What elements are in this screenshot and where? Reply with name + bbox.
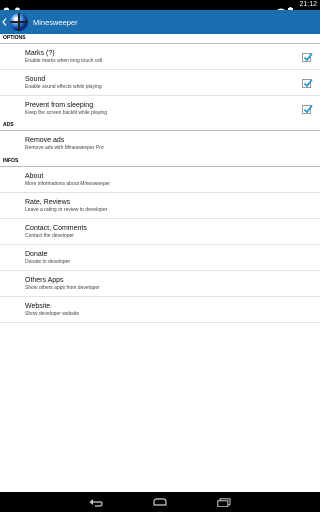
android-icon [14, 1, 21, 14]
setting-label: Others Apps [25, 276, 64, 284]
settings-list: OPTIONS Marks (?) Enable marks when long… [0, 34, 320, 323]
info-website[interactable]: Website Show developer website [0, 297, 320, 323]
checkmark-icon [303, 52, 313, 62]
setting-label: Rate, Reviews [25, 198, 71, 206]
setting-label: About [25, 172, 44, 180]
status-clock: 21:12 [299, 1, 317, 8]
info-rate-reviews[interactable]: Rate, Reviews Leave a rating or review t… [0, 193, 320, 219]
up-navigation-button[interactable] [2, 18, 8, 26]
section-header-ads: ADS [0, 121, 320, 131]
chevron-left-icon [2, 18, 7, 26]
page-title: Minesweeper [33, 17, 78, 27]
checkmark-icon [303, 104, 313, 114]
prevent-sleeping-checkbox[interactable] [302, 104, 313, 114]
setting-label: Marks (?) [25, 49, 55, 57]
info-others-apps[interactable]: Others Apps Show others apps from develo… [0, 271, 320, 297]
setting-label: Prevent from sleeping [25, 101, 94, 109]
setting-description: Show developer website [25, 310, 80, 317]
section-header-options: OPTIONS [0, 34, 320, 44]
setting-description: Contact the developer [25, 232, 74, 239]
setting-description: Remove ads with Minesweeper Pro [25, 145, 104, 151]
nav-back-button[interactable] [88, 496, 104, 508]
recent-apps-icon [217, 497, 231, 507]
info-contact-comments[interactable]: Contact, Comments Contact the developer [0, 219, 320, 245]
wifi-icon [277, 2, 286, 15]
setting-label: Contact, Comments [25, 224, 87, 232]
setting-description: Keep the screen backlit while playing [25, 109, 107, 116]
setting-marks[interactable]: Marks (?) Enable marks when long touch c… [0, 44, 320, 70]
battery-icon [288, 2, 295, 15]
status-bar: 21:12 [0, 0, 320, 15]
setting-description: Enable sound effects while playing [25, 83, 102, 90]
setting-label: Remove ads [25, 137, 65, 144]
section-header-infos: INFOS [0, 157, 320, 167]
setting-remove-ads[interactable]: Remove ads Remove ads with Minesweeper P… [0, 131, 320, 157]
nav-home-button[interactable] [152, 496, 168, 508]
setting-description: Donate to developer [25, 258, 71, 265]
setting-label: Sound [25, 75, 46, 83]
setting-label: Donate [25, 250, 48, 258]
setting-sound[interactable]: Sound Enable sound effects while playing [0, 70, 320, 96]
setting-description: More informations about Minesweeper [25, 180, 111, 187]
notification-icon [3, 1, 10, 14]
back-icon [89, 498, 103, 507]
home-icon [153, 498, 167, 506]
navigation-bar [0, 492, 320, 512]
setting-description: Enable marks when long touch cell [25, 57, 103, 64]
nav-recent-apps-button[interactable] [216, 496, 232, 508]
action-bar: Minesweeper [0, 10, 320, 34]
marks-checkbox[interactable] [302, 52, 313, 62]
setting-description: Leave a rating or review to developer [25, 206, 108, 213]
setting-description: Show others apps from developer [25, 284, 100, 291]
info-about[interactable]: About More informations about Minesweepe… [0, 167, 320, 193]
setting-label: Website [25, 302, 51, 310]
sound-checkbox[interactable] [302, 78, 313, 88]
info-donate[interactable]: Donate Donate to developer [0, 245, 320, 271]
setting-prevent-sleeping[interactable]: Prevent from sleeping Keep the screen ba… [0, 96, 320, 121]
app-logo-icon[interactable] [10, 13, 28, 31]
checkmark-icon [303, 78, 313, 88]
